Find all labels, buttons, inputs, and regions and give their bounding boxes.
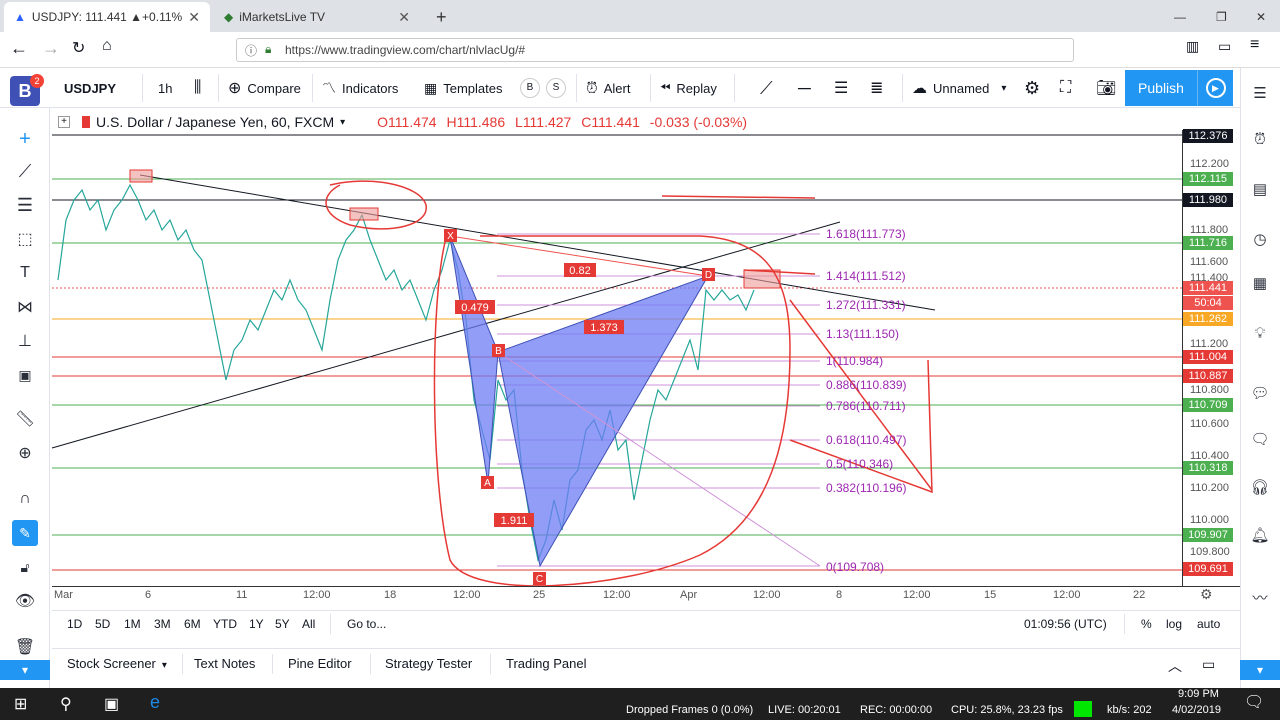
pattern-xab (449, 235, 499, 485)
utc-clock[interactable]: 01:09:56 (UTC) (1024, 617, 1107, 631)
system-time: 9:09 PM (1178, 688, 1219, 700)
price-tick: 112.200 (1190, 158, 1229, 170)
range-1m[interactable]: 1M (124, 617, 141, 631)
tab-text-notes[interactable]: Text Notes (194, 656, 255, 671)
time-tick: 8 (836, 589, 843, 601)
time-tick: 12:00 (303, 589, 331, 601)
ratio-label: 1.911 (501, 515, 528, 527)
fib-label: 0(109.708) (826, 560, 885, 574)
current-price-tag: 111.441 (1183, 281, 1233, 295)
price-tag: 110.887 (1183, 369, 1233, 383)
time-tick: 12:00 (1053, 589, 1081, 601)
cpu-stats: CPU: 25.8%, 23.23 fps (951, 704, 1063, 716)
ratio-label: 0.82 (569, 265, 590, 277)
point-label: X (447, 231, 454, 242)
live-timer: LIVE: 00:20:01 (768, 704, 841, 716)
range-6m[interactable]: 6M (184, 617, 201, 631)
price-tag: 111.980 (1183, 193, 1233, 207)
price-tick: 109.800 (1190, 546, 1230, 558)
stream-status-indicator (1074, 701, 1092, 717)
bitrate: kb/s: 202 (1107, 704, 1152, 716)
time-tick: 18 (384, 589, 397, 601)
tab-label: Stock Screener (67, 656, 156, 671)
range-ytd[interactable]: YTD (213, 617, 237, 631)
point-label: A (484, 478, 491, 489)
action-center-icon[interactable]: 🗨︎ (1244, 692, 1264, 712)
range-all[interactable]: All (302, 617, 315, 631)
price-tag: 110.318 (1183, 461, 1233, 475)
price-tick: 111.200 (1190, 338, 1229, 350)
fib-label: 1.414(111.512) (826, 269, 906, 283)
system-date: 4/02/2019 (1172, 704, 1221, 716)
price-tick: 111.800 (1190, 224, 1229, 236)
price-tag: 112.115 (1183, 172, 1233, 186)
range-3m[interactable]: 3M (154, 617, 171, 631)
price-tick: 110.800 (1190, 384, 1229, 396)
zone-box (129, 169, 153, 183)
tab-strategy-tester[interactable]: Strategy Tester (385, 656, 472, 671)
zone-box (349, 207, 379, 221)
point-label: C (536, 574, 543, 585)
time-tick: 11 (236, 589, 248, 601)
percent-toggle[interactable]: % (1141, 617, 1152, 631)
log-toggle[interactable]: log (1166, 617, 1182, 631)
price-tag: 109.691 (1183, 562, 1233, 576)
price-tag: 110.709 (1183, 398, 1233, 412)
fib-label: 0.786(110.711) (826, 399, 906, 413)
time-tick: 25 (533, 589, 546, 601)
price-tag: 112.376 (1183, 129, 1233, 143)
rec-timer: REC: 00:00:00 (860, 704, 933, 716)
price-tick: 110.200 (1190, 482, 1229, 494)
fib-label: 1.618(111.773) (826, 227, 906, 241)
task-view-icon[interactable]: ▣ (104, 694, 119, 714)
fib-label: 1.272(111.331) (826, 298, 906, 312)
price-tick: 110.600 (1190, 418, 1229, 430)
fib-label: 0.618(110.497) (826, 433, 907, 447)
time-tick: 12:00 (453, 589, 481, 601)
windows-start-icon[interactable]: ⊞ (14, 694, 27, 714)
range-5d[interactable]: 5D (95, 617, 110, 631)
fib-label: 0.382(110.196) (826, 481, 907, 495)
point-label: B (495, 346, 502, 357)
chevron-down-icon: ▾ (161, 660, 167, 671)
tab-pine-editor[interactable]: Pine Editor (288, 656, 352, 671)
time-tick: 6 (145, 589, 152, 601)
fib-label: 1.13(111.150) (826, 327, 899, 341)
range-5y[interactable]: 5Y (275, 617, 290, 631)
edge-browser-icon[interactable]: e (150, 692, 160, 713)
countdown-tag: 50:04 (1183, 296, 1233, 310)
price-tag: 111.716 (1183, 236, 1233, 250)
tab-trading-panel[interactable]: Trading Panel (506, 656, 586, 671)
dropped-frames: Dropped Frames 0 (0.0%) (626, 704, 754, 716)
fib-label: 0.5(110.346) (826, 457, 894, 471)
time-tick: 12:00 (753, 589, 781, 601)
point-label: D (705, 270, 712, 281)
goto-button[interactable]: Go to... (347, 617, 386, 631)
time-tick: 12:00 (603, 589, 631, 601)
price-tick: 110.000 (1190, 514, 1229, 526)
search-icon[interactable]: ⚲ (60, 694, 72, 714)
time-tick: Apr (680, 589, 698, 601)
time-tick: 15 (984, 589, 997, 601)
maximize-panel-icon[interactable]: ▭ (1202, 656, 1215, 673)
ratio-label: 1.373 (590, 322, 618, 334)
time-tick: Mar (54, 589, 73, 601)
time-tick: 22 (1133, 589, 1146, 601)
auto-toggle[interactable]: auto (1197, 617, 1220, 631)
axis-settings-gear-icon[interactable]: ⚙︎ (1200, 586, 1213, 603)
ratio-label: 0.479 (461, 302, 489, 314)
range-1y[interactable]: 1Y (249, 617, 264, 631)
fib-label: 1(110.984) (826, 354, 884, 368)
price-tag: 109.907 (1183, 528, 1233, 542)
range-1d[interactable]: 1D (67, 617, 82, 631)
tab-stock-screener[interactable]: Stock Screener ▾ (67, 656, 167, 671)
fib-label: 0.886(110.839) (826, 378, 907, 392)
price-tag: 111.262 (1183, 312, 1233, 326)
time-tick: 12:00 (903, 589, 931, 601)
chevron-up-icon[interactable]: ︿ (1168, 656, 1182, 676)
price-tag: 111.004 (1183, 350, 1233, 364)
price-tick: 111.600 (1190, 256, 1229, 268)
